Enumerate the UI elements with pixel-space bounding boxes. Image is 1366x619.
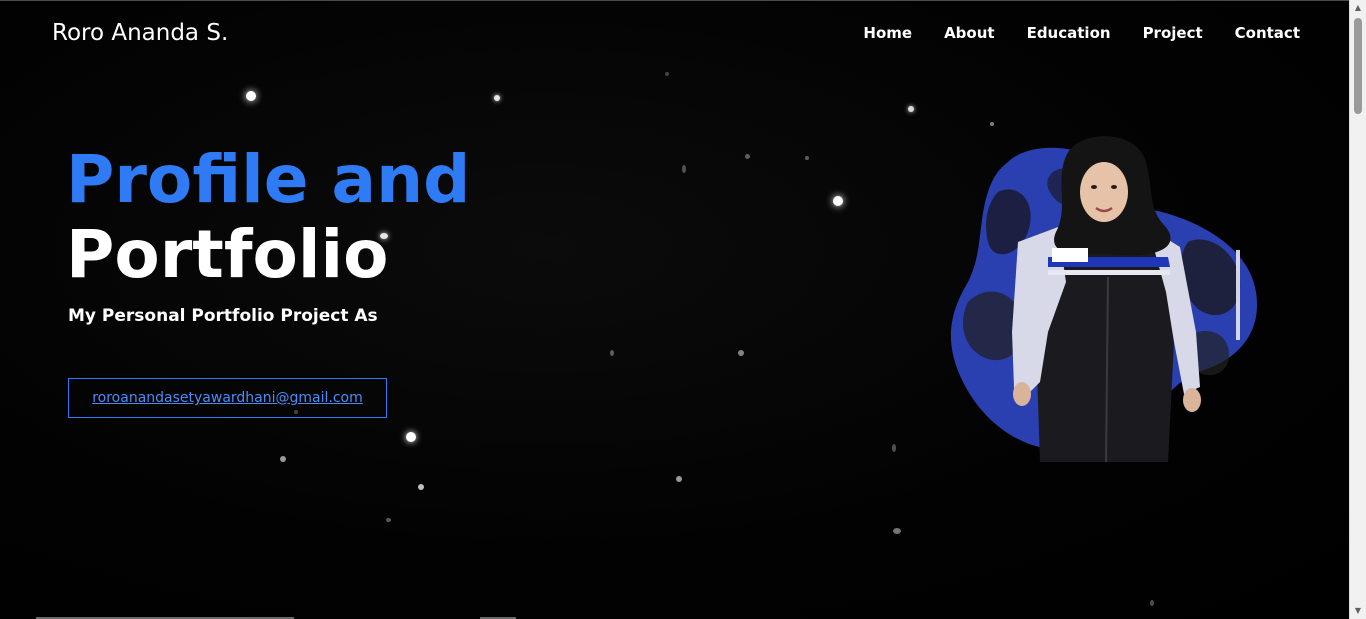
star [682, 165, 686, 173]
star [386, 518, 391, 522]
hero-title-line2: Portfolio [66, 216, 389, 293]
chevron-up-icon[interactable]: ▲ [1350, 0, 1366, 16]
star [280, 456, 286, 462]
main-nav: Home About Education Project Contact [831, 24, 1300, 42]
chevron-down-icon[interactable]: ▼ [1350, 603, 1366, 619]
star [246, 91, 256, 101]
nav-project[interactable]: Project [1143, 24, 1203, 42]
star [805, 156, 809, 160]
nav-home[interactable]: Home [863, 24, 912, 42]
brand-logo[interactable]: Roro Ananda S. [52, 20, 228, 46]
star [406, 432, 416, 442]
star [745, 154, 750, 159]
nav-about[interactable]: About [944, 24, 995, 42]
star [676, 476, 682, 482]
top-border [0, 0, 1366, 1]
star [908, 106, 914, 112]
star [610, 350, 614, 356]
star [893, 528, 901, 534]
page: Roro Ananda S. Home About Education Proj… [0, 0, 1366, 619]
hero-subtitle: My Personal Portfolio Project As [68, 306, 378, 326]
star [494, 95, 500, 101]
star [738, 350, 744, 356]
star [892, 444, 896, 452]
email-button[interactable]: roroanandasetyawardhani@gmail.com [68, 378, 387, 418]
vertical-scrollbar[interactable]: ▲ ▼ [1349, 0, 1366, 619]
scroll-thumb[interactable] [1354, 18, 1362, 114]
nav-contact[interactable]: Contact [1235, 24, 1300, 42]
hero-title-line1: Profile and [66, 141, 471, 218]
star [665, 72, 669, 76]
nav-education[interactable]: Education [1027, 24, 1111, 42]
star [1150, 600, 1154, 606]
star [418, 484, 424, 490]
star [833, 196, 843, 206]
star [990, 122, 994, 126]
profile-photo [950, 136, 1258, 463]
